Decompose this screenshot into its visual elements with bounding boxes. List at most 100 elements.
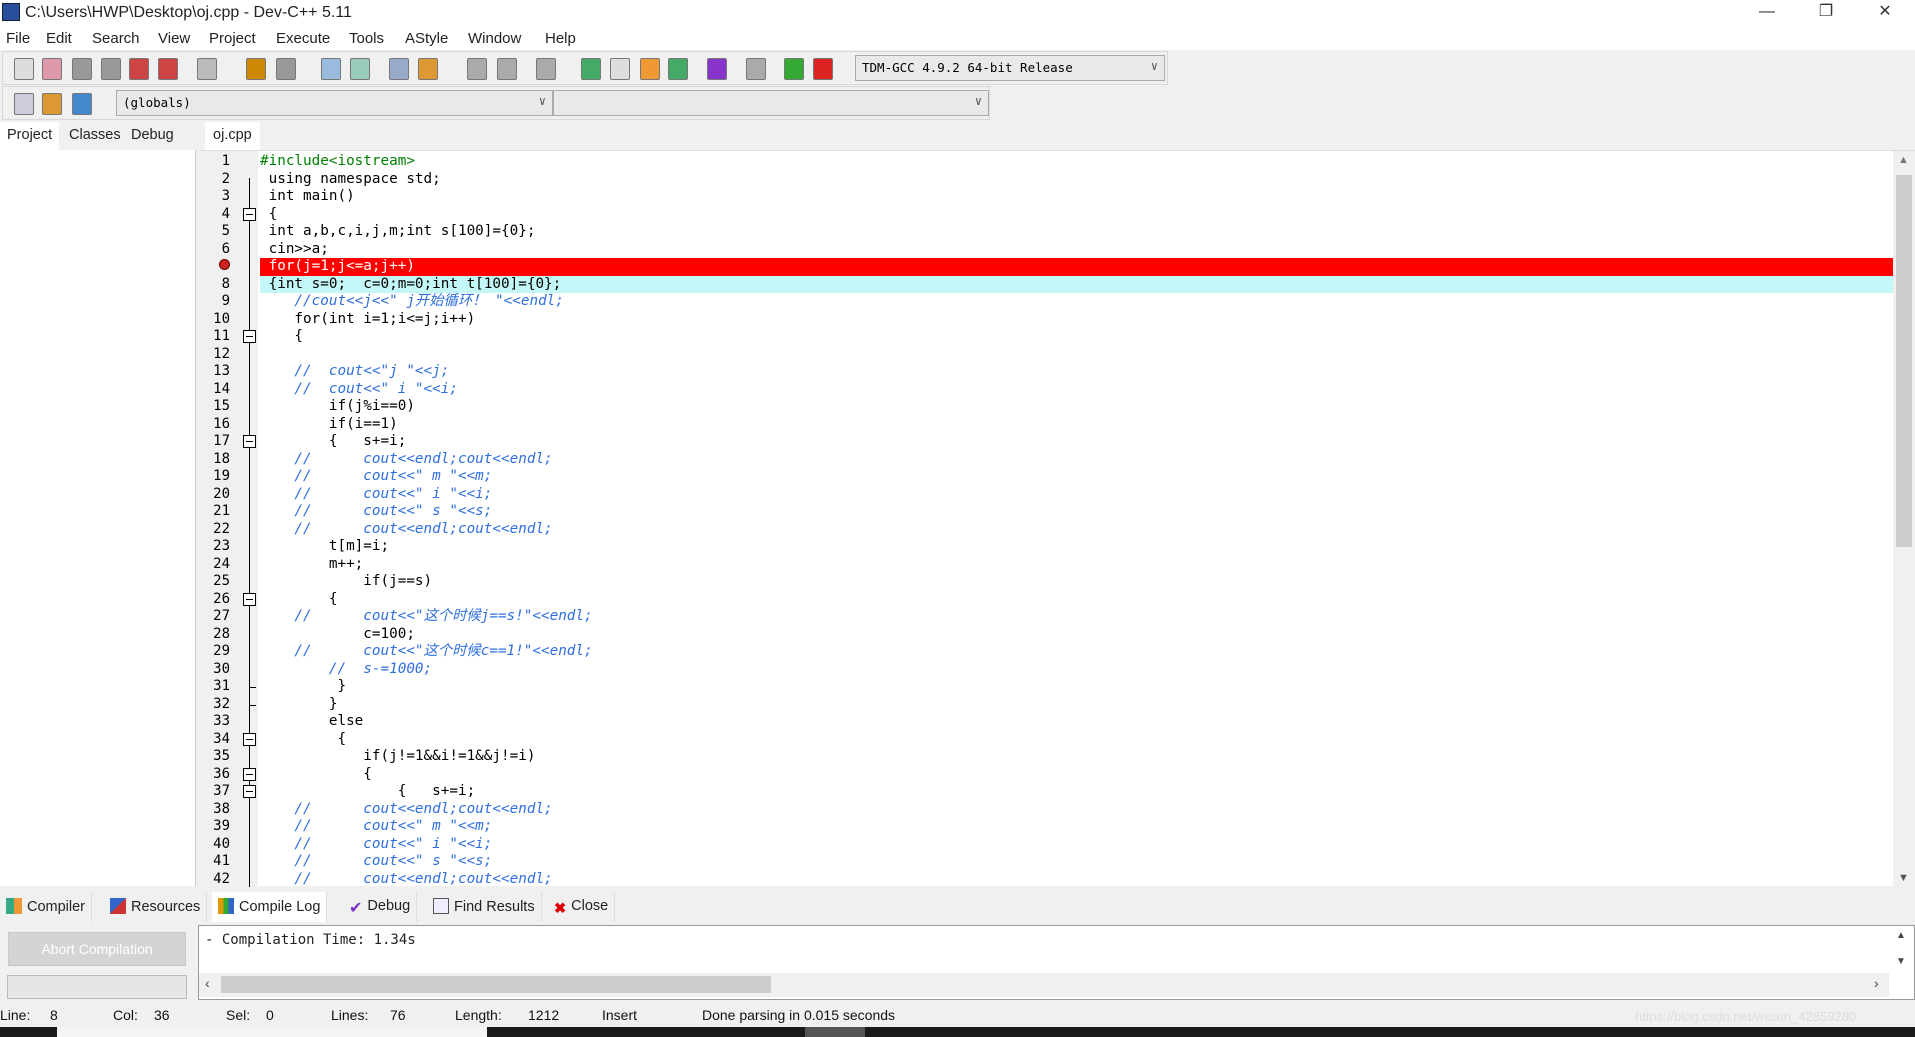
delete-profile-icon[interactable]	[813, 58, 833, 80]
goto-bookmark-icon[interactable]	[72, 93, 92, 115]
code-line[interactable]: if(i==1)	[260, 416, 1893, 434]
editor-tab-oj-cpp[interactable]: oj.cpp	[205, 122, 260, 150]
code-line[interactable]: for(j=1;j<=a;j++)	[260, 258, 1893, 276]
code-line[interactable]: // cout<<endl;cout<<endl;	[260, 451, 1893, 469]
save-icon[interactable]	[72, 58, 92, 80]
bookmark-icon[interactable]	[536, 58, 556, 80]
code-line[interactable]: if(j==s)	[260, 573, 1893, 591]
code-line[interactable]: { s+=i;	[260, 433, 1893, 451]
goto-forward-icon[interactable]	[497, 58, 517, 80]
syntax-check-icon[interactable]	[707, 58, 727, 80]
code-line[interactable]: if(j!=1&&i!=1&&j!=i)	[260, 748, 1893, 766]
code-line[interactable]: int a,b,c,i,j,m;int s[100]={0};	[260, 223, 1893, 241]
insert-icon[interactable]	[14, 93, 34, 115]
code-line[interactable]: int main()	[260, 188, 1893, 206]
menu-tools[interactable]: Tools	[349, 30, 384, 47]
member-select[interactable]: ∨	[553, 90, 989, 116]
run-icon[interactable]	[610, 58, 630, 80]
code-line[interactable]: // cout<<" i "<<i;	[260, 381, 1893, 399]
taskbar-item[interactable]	[57, 1027, 487, 1037]
print-icon[interactable]	[197, 58, 217, 80]
redo-icon[interactable]	[276, 58, 296, 80]
code-line[interactable]: // cout<<endl;cout<<endl;	[260, 521, 1893, 539]
code-line[interactable]: {	[260, 206, 1893, 224]
scope-select[interactable]: (globals) ∨	[116, 90, 553, 116]
tab-debug[interactable]: Debug	[124, 122, 181, 150]
code-line[interactable]: using namespace std;	[260, 171, 1893, 189]
code-line[interactable]: { s+=i;	[260, 783, 1893, 801]
code-line[interactable]: else	[260, 713, 1893, 731]
minimize-button[interactable]: —	[1742, 0, 1792, 26]
code-line[interactable]: // cout<<" m "<<m;	[260, 468, 1893, 486]
code-line[interactable]: // cout<<" i "<<i;	[260, 486, 1893, 504]
code-line[interactable]: {int s=0; c=0;m=0;int t[100]={0};	[260, 275, 1893, 293]
scroll-right-icon[interactable]: ›	[1874, 975, 1879, 991]
restore-button[interactable]: ❐	[1801, 0, 1851, 26]
compiler-select[interactable]: TDM-GCC 4.9.2 64-bit Release ∨	[855, 55, 1165, 81]
code-line[interactable]: }	[260, 678, 1893, 696]
menu-execute[interactable]: Execute	[276, 30, 330, 47]
code-line[interactable]: c=100;	[260, 626, 1893, 644]
toggle-breakpoint-icon[interactable]	[42, 93, 62, 115]
scroll-down-icon[interactable]: ▼	[1898, 872, 1909, 884]
code-line[interactable]: t[m]=i;	[260, 538, 1893, 556]
code-line[interactable]: // cout<<"j "<<j;	[260, 363, 1893, 381]
code-line[interactable]: // cout<<endl;cout<<endl;	[260, 801, 1893, 819]
tab-project[interactable]: Project	[0, 122, 60, 150]
abort-compilation-button[interactable]: Abort Compilation	[8, 932, 186, 966]
code-line[interactable]	[260, 346, 1893, 364]
code-line[interactable]: }	[260, 696, 1893, 714]
stop-icon[interactable]	[746, 58, 766, 80]
code-line[interactable]: cin>>a;	[260, 241, 1893, 259]
compile-icon[interactable]	[581, 58, 601, 80]
open-file-icon[interactable]	[42, 58, 62, 80]
code-line[interactable]: // cout<<endl;cout<<endl;	[260, 871, 1893, 889]
goto-back-icon[interactable]	[467, 58, 487, 80]
fold-toggle-icon[interactable]	[243, 592, 256, 606]
code-line[interactable]: // cout<<" s "<<s;	[260, 503, 1893, 521]
profile-icon[interactable]	[784, 58, 804, 80]
code-line[interactable]: {	[260, 591, 1893, 609]
tab-compile-log[interactable]: Compile Log	[212, 892, 328, 922]
menu-astyle[interactable]: AStyle	[405, 30, 448, 47]
code-line[interactable]: // cout<<"这个时候c==1!"<<endl;	[260, 643, 1893, 661]
tab-debug-bottom[interactable]: ✔ Debug	[343, 892, 418, 922]
code-line[interactable]: if(j%i==0)	[260, 398, 1893, 416]
code-line[interactable]: {	[260, 731, 1893, 749]
code-line[interactable]: #include<iostream>	[260, 153, 1893, 171]
compile-run-icon[interactable]	[640, 58, 660, 80]
scrollbar-thumb[interactable]	[221, 976, 771, 993]
undo-icon[interactable]	[246, 58, 266, 80]
code-line[interactable]: // s-=1000;	[260, 661, 1893, 679]
code-line[interactable]: // cout<<"这个时候j==s!"<<endl;	[260, 608, 1893, 626]
taskbar-item[interactable]	[805, 1027, 865, 1037]
fold-toggle-icon[interactable]	[243, 330, 256, 343]
menu-edit[interactable]: Edit	[46, 30, 72, 47]
close-button[interactable]: ✕	[1860, 0, 1910, 26]
breakpoint-icon[interactable]	[219, 259, 230, 270]
indent-icon[interactable]	[389, 58, 409, 80]
code-editor[interactable]: 1 2 3 4 5 6 8 9 10 11 12 13 14 15 16 17 18 19 20 21 22 23 24 25…	[200, 150, 1915, 889]
tab-compiler[interactable]: Compiler	[0, 892, 93, 922]
menu-window[interactable]: Window	[468, 30, 521, 47]
fold-toggle-icon[interactable]	[243, 785, 256, 798]
code-line[interactable]: // cout<<" s "<<s;	[260, 853, 1893, 871]
vertical-scrollbar[interactable]: ▲ ▼	[1893, 151, 1915, 887]
code-line[interactable]: // cout<<" m "<<m;	[260, 818, 1893, 836]
menu-project[interactable]: Project	[209, 30, 256, 47]
replace-icon[interactable]	[350, 58, 370, 80]
menu-file[interactable]: File	[6, 30, 30, 47]
code-line[interactable]: {	[260, 766, 1893, 784]
scrollbar-thumb[interactable]	[1896, 175, 1912, 547]
menu-help[interactable]: Help	[545, 30, 576, 47]
fold-toggle-icon[interactable]	[243, 767, 256, 781]
close-file-icon[interactable]	[129, 58, 149, 80]
scroll-up-icon[interactable]: ▲	[1896, 930, 1906, 941]
code-line[interactable]: m++;	[260, 556, 1893, 574]
menu-view[interactable]: View	[158, 30, 190, 47]
scroll-left-icon[interactable]: ‹	[205, 975, 210, 991]
unindent-icon[interactable]	[418, 58, 438, 80]
close-all-icon[interactable]	[158, 58, 178, 80]
tab-find-results[interactable]: Find Results	[427, 892, 542, 922]
scroll-up-icon[interactable]: ▲	[1898, 154, 1909, 166]
